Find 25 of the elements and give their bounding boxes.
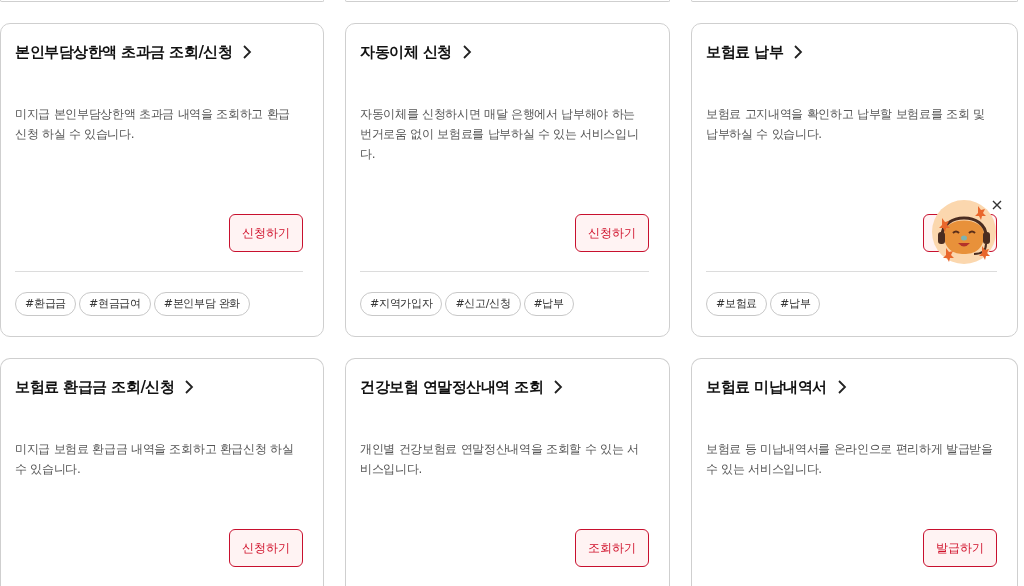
card-title-link[interactable]: 건강보험 연말정산내역 조회	[360, 377, 544, 397]
action-button[interactable]: 신청하기	[229, 214, 303, 252]
card-title-link[interactable]: 보험료 미납내역서	[706, 377, 827, 397]
chevron-right-icon	[836, 380, 847, 394]
card-description: 보험료 고지내역을 확인하고 납부할 보험료를 조회 및 납부하실 수 있습니다.	[706, 106, 986, 143]
chevron-right-icon	[793, 45, 804, 59]
card-description: 보험료 등 미납내역서를 온라인으로 편리하게 발급받을 수 있는 서비스입니다.	[706, 441, 994, 478]
card-description: 개인별 건강보험료 연말정산내역을 조회할 수 있는 서비스입니다.	[360, 441, 640, 478]
card-description: 자동이체를 신청하시면 매달 은행에서 납부해야 하는 번거로움 없이 보험료를 납부하실 수 있는 서비스입니다.	[360, 106, 640, 163]
card-title-link[interactable]: 보험료 납부	[706, 42, 784, 62]
card-description: 미지급 보험료 환급금 내역을 조회하고 환급신청 하실 수 있습니다.	[15, 441, 295, 478]
action-button[interactable]: 조회하기	[575, 529, 649, 567]
action-button[interactable]: 신청하기	[229, 529, 303, 567]
action-button[interactable]: 발급하기	[923, 529, 997, 567]
card-description: 미지급 본인부담상한액 초과금 내역을 조회하고 환급 신청 하실 수 있습니다.	[15, 106, 291, 143]
action-button[interactable]: 신청하기	[575, 214, 649, 252]
chevron-right-icon	[242, 45, 253, 59]
chevron-right-icon	[184, 380, 195, 394]
card-title-link[interactable]: 보험료 환급금 조회/신청	[15, 377, 175, 397]
close-icon[interactable]	[992, 200, 1002, 210]
card-title-link[interactable]: 본인부담상한액 초과금 조회/신청	[15, 42, 233, 62]
chevron-right-icon	[553, 380, 564, 394]
chevron-right-icon	[461, 45, 472, 59]
card-title-link[interactable]: 자동이체 신청	[360, 42, 452, 62]
chatbot-tooltip[interactable]	[932, 200, 996, 264]
